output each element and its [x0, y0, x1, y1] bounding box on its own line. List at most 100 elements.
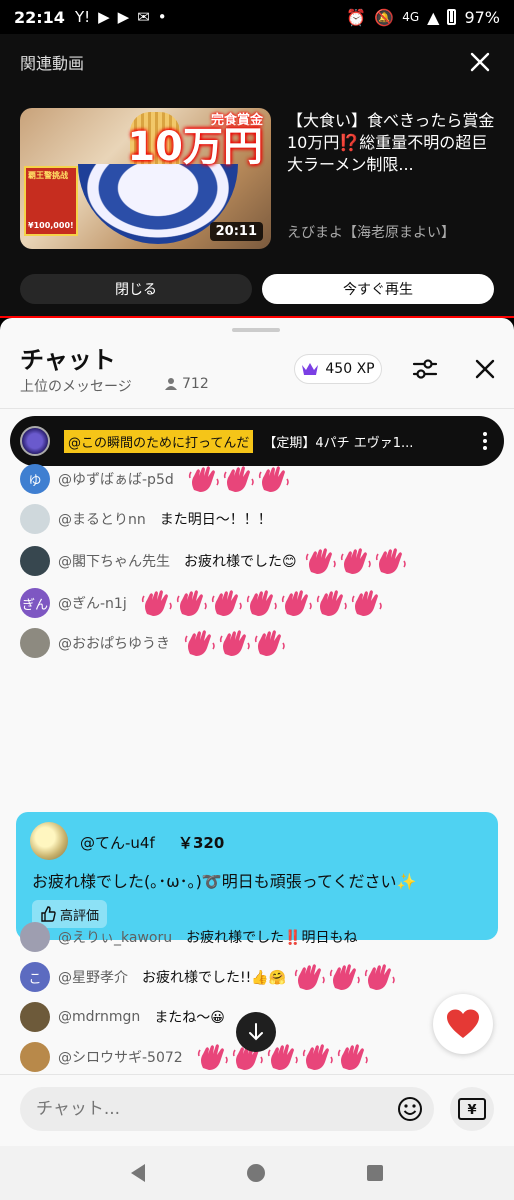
drag-handle[interactable]: [232, 328, 280, 332]
avatar: [20, 504, 50, 534]
chat-text: お疲れ様でした😊: [184, 554, 297, 570]
emote-group: [305, 546, 410, 576]
wave-emote-icon: [364, 964, 395, 990]
status-time: 22:14: [14, 7, 65, 27]
related-video-title[interactable]: 【大食い】食べきったら賞金10万円⁉️総重量不明の超巨大ラーメン制限...: [287, 110, 497, 176]
close-button[interactable]: 閉じる: [20, 274, 252, 304]
system-nav-bar: [0, 1146, 514, 1200]
emote-group: [294, 962, 399, 992]
wave-emote-icon: [329, 964, 360, 990]
wave-emote-icon: [188, 466, 219, 492]
person-icon: [165, 378, 177, 390]
chat-mode-selector[interactable]: 上位のメッセージ: [20, 376, 132, 396]
chat-message[interactable]: @まるとりnn また明日～！！！: [20, 502, 280, 536]
wave-emote-icon: [184, 630, 215, 656]
chat-message[interactable]: @おおぱちゆうき: [20, 626, 289, 660]
super-chat-text: お疲れ様でした(｡･ω･｡)➰明日も頑張ってください✨: [32, 872, 417, 891]
chat-message-list[interactable]: @てん-u4f ￥320 お疲れ様でした(｡･ω･｡)➰明日も頑張ってください✨…: [0, 464, 514, 1074]
close-chat-icon[interactable]: [470, 354, 500, 384]
divider: [0, 408, 514, 409]
chat-text: またね〜😀: [154, 1010, 225, 1026]
chat-author: @おおぱちゆうき: [58, 636, 170, 652]
pinned-highlight: @この瞬間のために打ってんだ: [64, 429, 254, 453]
chat-input[interactable]: [20, 1087, 434, 1131]
mail-notif-icon: ✉: [137, 8, 150, 26]
chat-text: お疲れ様でした!!👍🤗: [142, 970, 287, 986]
wave-emote-icon: [197, 1044, 228, 1070]
close-icon[interactable]: [464, 46, 496, 78]
wave-emote-icon: [176, 590, 207, 616]
chat-text: お疲れ様でした‼️明日もね: [186, 930, 358, 946]
wave-emote-icon: [316, 590, 347, 616]
chat-message[interactable]: ぎん @ぎん-n1j: [20, 586, 386, 620]
play-now-button[interactable]: 今すぐ再生: [262, 274, 494, 304]
youtube-notif-icon-2: ▶: [117, 8, 130, 26]
wave-emote-icon: [211, 590, 242, 616]
avatar: ぎん: [20, 588, 50, 618]
wave-emote-icon: [258, 466, 289, 492]
chat-author: @ぎん-n1j: [58, 596, 127, 612]
wave-emote-icon: [223, 466, 254, 492]
pinned-text: 【定期】4パチ エヴァ1...: [263, 435, 414, 451]
chat-author: @えりぃ_kaworu: [58, 930, 173, 946]
pinned-message[interactable]: @この瞬間のために打ってんだ 【定期】4パチ エヴァ1...: [10, 416, 504, 466]
chat-message[interactable]: @えりぃ_kaworu お疲れ様でした‼️明日もね: [20, 920, 366, 954]
heart-reaction-button[interactable]: [433, 994, 493, 1054]
wave-emote-icon: [294, 964, 325, 990]
dot-icon: •: [157, 8, 167, 26]
wave-emote-icon: [246, 590, 277, 616]
chat-message[interactable]: @シロウサギ-5072: [20, 1040, 372, 1074]
svg-text:¥: ¥: [467, 1103, 476, 1118]
wave-emote-icon: [219, 630, 250, 656]
yen-icon[interactable]: ¥: [450, 1087, 494, 1131]
tune-icon[interactable]: [410, 354, 440, 384]
avatar: [20, 1002, 50, 1032]
recents-icon[interactable]: [367, 1165, 383, 1181]
related-video-channel: えびまよ【海老原まよい】: [287, 225, 455, 241]
emote-group: [197, 1042, 372, 1072]
smile-icon[interactable]: [396, 1095, 424, 1123]
avatar: [20, 546, 50, 576]
pinned-avatar: [20, 426, 50, 456]
wave-emote-icon: [375, 548, 406, 574]
viewer-count-value: 712: [182, 376, 209, 392]
heart-icon: [447, 1009, 479, 1038]
wave-emote-icon: [337, 1044, 368, 1070]
avatar: こ: [20, 962, 50, 992]
chat-author: @閣下ちゃん先生: [58, 554, 170, 570]
chat-mode-label: 上位のメッセージ: [20, 379, 132, 395]
wave-emote-icon: [340, 548, 371, 574]
xp-badge[interactable]: 450 XP: [294, 354, 382, 384]
alarm-icon: ⏰: [346, 7, 367, 27]
chat-message[interactable]: @mdrnmgn またね〜😀: [20, 1000, 233, 1034]
chat-message[interactable]: @閣下ちゃん先生 お疲れ様でした😊: [20, 544, 410, 578]
signal-icon: ▲: [427, 7, 440, 27]
back-icon[interactable]: [131, 1164, 145, 1182]
chat-author: @星野孝介: [58, 970, 128, 986]
wave-emote-icon: [351, 590, 382, 616]
chat-author: @シロウサギ-5072: [58, 1050, 183, 1066]
arrow-down-icon: [249, 1023, 263, 1041]
chat-text: また明日～！！！: [159, 512, 272, 528]
scroll-to-bottom-button[interactable]: [236, 1012, 276, 1052]
chat-author: @mdrnmgn: [58, 1009, 141, 1025]
more-vert-icon[interactable]: [476, 432, 494, 450]
xp-label: 450 XP: [325, 361, 375, 377]
super-chat-author: @てん-u4f: [80, 834, 155, 852]
super-chat-amount: ￥320: [178, 834, 225, 852]
network-label: 4G: [402, 10, 420, 24]
home-icon[interactable]: [247, 1164, 265, 1182]
avatar: [20, 1042, 50, 1072]
chat-message[interactable]: こ @星野孝介 お疲れ様でした!!👍🤗: [20, 960, 399, 994]
video-thumbnail[interactable]: 覇王警挑战 ¥100,000! 完食賞金 10万円 20:11: [20, 108, 271, 249]
youtube-notif-icon: ▶: [98, 8, 110, 26]
related-video-panel: 関連動画 覇王警挑战 ¥100,000! 完食賞金 10万円 20:11 【大食…: [0, 34, 514, 317]
emote-group: [188, 464, 293, 494]
chat-message[interactable]: ゆ @ゆずばぁば-p5d: [20, 464, 293, 496]
wave-emote-icon: [305, 548, 336, 574]
chat-author: @ゆずばぁば-p5d: [58, 472, 174, 488]
wave-emote-icon: [267, 1044, 298, 1070]
crown-icon: [302, 363, 319, 375]
avatar: ゆ: [20, 464, 50, 494]
battery-percent: 97%: [464, 7, 500, 27]
